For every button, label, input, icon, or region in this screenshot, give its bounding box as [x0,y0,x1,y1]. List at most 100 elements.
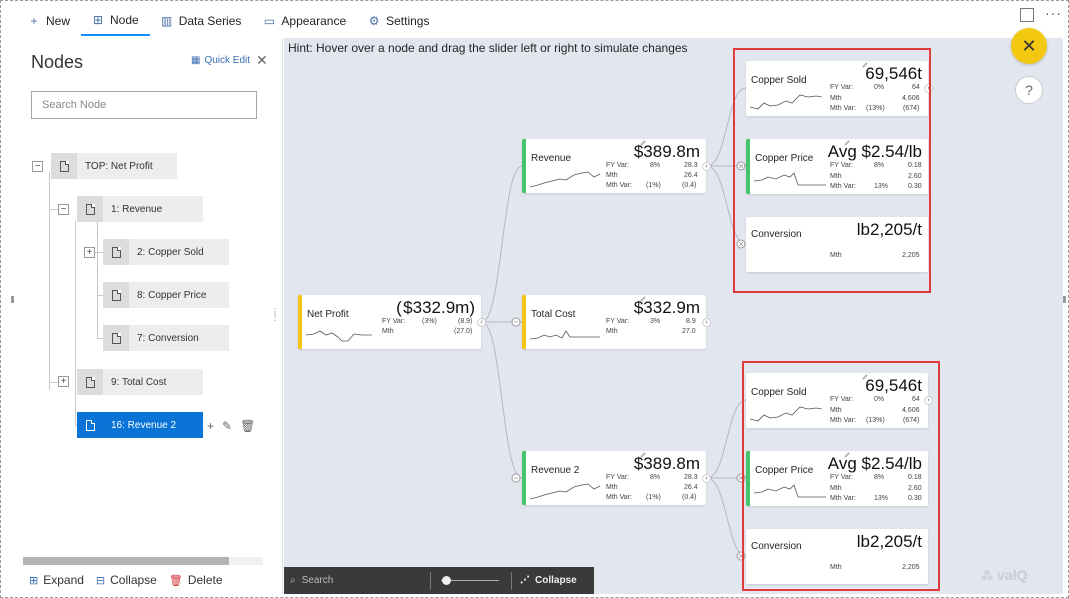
stat-label: FY Var: [606,318,630,325]
chevron-right-icon[interactable]: › [702,318,711,327]
quick-edit-label: Quick Edit [204,55,251,66]
stat-label: Mth Var: [606,494,632,501]
sparkline [530,330,600,340]
tab-settings[interactable]: ⚙ Settings [357,6,440,36]
canvas-collapse-button[interactable]: ⋰ Collapse [512,575,577,586]
more-options-icon[interactable]: ··· [1045,5,1062,21]
tree-node-label: TOP: Net Profit [85,160,153,172]
panel-title: Nodes [31,52,84,72]
sparkline [530,483,601,500]
collapse-nodes-icon: ⋰ [520,575,530,586]
expand-icon: ⊞ [29,574,39,587]
tree-node-conversion[interactable]: 7: Conversion [103,325,229,351]
node-value: $389.8m [633,454,700,473]
trash-icon[interactable]: 🗑 [240,419,255,433]
stat-value: (0.4) [682,494,697,501]
appearance-label: Appearance [281,14,347,28]
quick-edit-button[interactable]: ▦ Quick Edit [191,55,250,66]
canvas-search[interactable]: ⌕ Search [284,575,430,586]
grid-icon: ▦ [191,55,201,66]
tree-node-revenue-2[interactable]: 16: Revenue 2 [77,412,203,438]
zoom-slider[interactable] [441,567,511,594]
stat-pct: (3%) [422,318,437,325]
tree-connector [49,172,50,390]
collapse-toggle[interactable]: − [58,204,69,215]
drag-handle-icon[interactable]: ⋮⋮⋮⋮ [270,308,290,326]
delete-button[interactable]: 🗑 Delete [169,573,223,587]
stat-pct: 8% [650,474,661,481]
tree-node-label: 2: Copper Sold [137,246,204,258]
edge [706,399,747,479]
resize-handle[interactable] [11,296,14,303]
tree-node-net-profit[interactable]: TOP: Net Profit [51,153,177,179]
collapse-icon: ⊟ [95,574,106,587]
node-card-total-cost[interactable]: Total Cost $332.9m FY Var: 3% 8.9 Mth 27… [522,295,706,349]
node-name: Net Profit [307,309,349,320]
tree-node-copper-sold[interactable]: 2: Copper Sold [103,239,229,265]
divider [430,571,431,590]
tree-node-total-cost[interactable]: 9: Total Cost [77,369,203,395]
stat-label: FY Var: [606,474,630,481]
edge [481,321,523,479]
tree-node-revenue[interactable]: 1: Revenue [77,196,203,222]
tab-appearance[interactable]: ▭ Appearance [252,6,357,36]
stat-label: Mth [606,328,618,335]
node-name: Total Cost [531,309,576,320]
collapse-label: Collapse [110,573,157,587]
tree-connector [75,221,76,426]
toolbar: + New ⊞ Node ▥ Data Series ▭ Appearance … [17,6,1067,36]
stat-pct: 3% [650,318,661,325]
help-icon[interactable]: ? [1015,76,1043,104]
collapse-toggle[interactable]: − [32,161,43,172]
tab-data-series[interactable]: ▥ Data Series [150,6,253,36]
slider-thumb[interactable] [442,576,451,585]
node-card-revenue[interactable]: Revenue $389.8m FY Var: 8% 28.3 Mth 26.4… [522,139,706,193]
close-icon[interactable]: ✕ [1011,28,1047,64]
stat-pct: (1%) [646,182,661,189]
stat-label: FY Var: [382,318,406,325]
node-label: Node [110,13,139,27]
logo-mark-icon: ⁂ [981,569,994,583]
chevron-left-icon[interactable]: ‹ [702,162,711,171]
tree-connector [97,221,98,339]
search-icon: ⌕ [290,575,296,586]
document-icon [111,289,121,301]
edge [481,165,523,323]
horizontal-scrollbar[interactable] [23,557,263,565]
document-icon [85,419,95,431]
document-icon [59,160,69,172]
stat-label: Mth [606,172,618,179]
node-card-net-profit[interactable]: Net Profit ( $332.9m) FY Var: (3%) (8.9)… [298,295,481,349]
collapse-button[interactable]: ⊟ Collapse [96,573,157,587]
expand-button[interactable]: ⊞ Expand [29,573,84,587]
expand-toggle[interactable]: + [58,376,69,387]
focus-mode-icon[interactable] [1020,8,1034,22]
expand-toggle[interactable]: + [84,247,95,258]
node-card-revenue-2[interactable]: Revenue 2 $389.8m FY Var: 8% 28.3 Mth 26… [522,451,706,505]
edit-icon[interactable]: ✎ [222,419,232,433]
data-series-label: Data Series [178,14,242,28]
node-value: $332.9m [633,298,700,317]
bar-chart-icon: ▥ [161,14,173,28]
tree-node-label: 9: Total Cost [111,376,167,388]
tab-node[interactable]: ⊞ Node [81,6,150,36]
add-child-icon[interactable]: + [207,419,214,433]
tree-node-label: 8: Copper Price [137,289,207,301]
close-icon[interactable]: ✕ [256,52,268,69]
tree-node-copper-price[interactable]: 8: Copper Price [103,282,229,308]
highlight-box [733,48,931,293]
node-name: Revenue 2 [531,465,580,476]
stat-value: (8.9) [458,318,473,325]
tree-node-label: 7: Conversion [137,332,199,344]
search-node-input[interactable] [31,91,257,119]
stat-value: 26.4 [684,172,698,179]
scrollbar-thumb[interactable] [23,557,229,565]
resize-handle[interactable] [1063,296,1066,303]
chevron-left-icon[interactable]: ‹ [477,318,486,327]
chevron-left-icon[interactable]: ‹ [702,474,711,483]
new-button[interactable]: + New [17,6,81,36]
document-icon [85,203,95,215]
stat-value: 26.4 [684,484,698,491]
canvas-collapse-label: Collapse [535,575,577,586]
node-value: $389.8m [633,142,700,161]
